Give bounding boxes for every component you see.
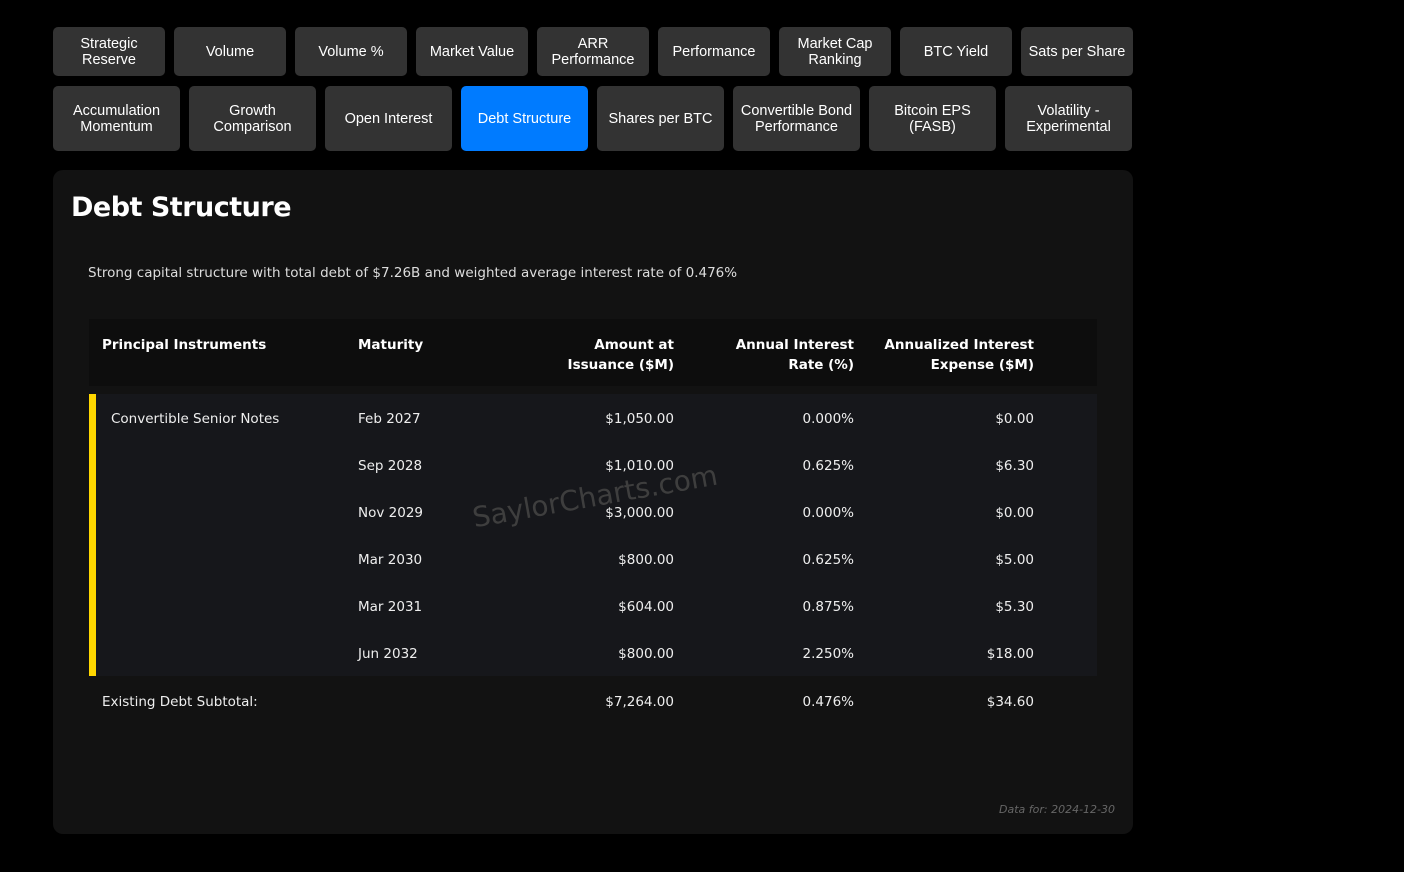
- cell-amount: $3,000.00: [605, 505, 674, 521]
- tab-market-value[interactable]: Market Value: [416, 27, 528, 76]
- cell-rate: 2.250%: [802, 646, 854, 662]
- header-amount: Amount at Issuance ($M): [567, 337, 674, 373]
- cell-maturity: Sep 2028: [358, 458, 423, 474]
- cell-rate: 0.625%: [802, 552, 854, 568]
- cell-expense: $6.30: [995, 458, 1034, 474]
- tab-convertible-bond-performance[interactable]: Convertible Bond Performance: [733, 86, 860, 151]
- subtotal-expense: $34.60: [986, 694, 1034, 710]
- tab-bitcoin-eps-fasb[interactable]: Bitcoin EPS (FASB): [869, 86, 996, 151]
- tab-open-interest[interactable]: Open Interest: [325, 86, 452, 151]
- tab-sats-per-share[interactable]: Sats per Share: [1021, 27, 1133, 76]
- cell-maturity: Feb 2027: [358, 411, 421, 427]
- tab-debt-structure[interactable]: Debt Structure: [461, 86, 588, 151]
- cell-maturity: Mar 2030: [358, 552, 423, 568]
- cell-rate: 0.000%: [802, 411, 854, 427]
- summary-text: Strong capital structure with total debt…: [88, 265, 738, 281]
- tab-accumulation-momentum[interactable]: Accumulation Momentum: [53, 86, 180, 151]
- header-rate: Annual Interest Rate (%): [735, 337, 854, 373]
- table-body: Convertible Senior Notes Feb 2027 $1,050.…: [89, 394, 1097, 676]
- cell-maturity: Jun 2032: [358, 646, 418, 662]
- group-label: Convertible Senior Notes: [111, 411, 280, 427]
- tab-growth-comparison[interactable]: Growth Comparison: [189, 86, 316, 151]
- cell-expense: $18.00: [986, 646, 1034, 662]
- cell-rate: 0.625%: [802, 458, 854, 474]
- tab-volume[interactable]: Volume %: [295, 27, 407, 76]
- cell-rate: 0.000%: [802, 505, 854, 521]
- tab-btc-yield[interactable]: BTC Yield: [900, 27, 1012, 76]
- tab-arr-performance[interactable]: ARR Performance: [537, 27, 649, 76]
- tab-volume[interactable]: Volume: [174, 27, 286, 76]
- cell-expense: $5.00: [995, 552, 1034, 568]
- cell-expense: $5.30: [995, 599, 1034, 615]
- debt-structure-card: Debt Structure Strong capital structure …: [53, 170, 1133, 834]
- tab-market-cap-ranking[interactable]: Market Cap Ranking: [779, 27, 891, 76]
- cell-amount: $1,050.00: [605, 411, 674, 427]
- page-title: Debt Structure: [71, 192, 292, 223]
- tab-strategic-reserve[interactable]: Strategic Reserve: [53, 27, 165, 76]
- data-date: Data for: 2024-12-30: [998, 803, 1115, 816]
- subtotal-label: Existing Debt Subtotal:: [102, 694, 258, 710]
- subtotal-amount: $7,264.00: [605, 694, 674, 710]
- tab-volatility-experimental[interactable]: Volatility - Experimental: [1005, 86, 1132, 151]
- cell-rate: 0.875%: [802, 599, 854, 615]
- cell-amount: $800.00: [618, 646, 674, 662]
- cell-expense: $0.00: [995, 411, 1034, 427]
- header-expense: Annualized Interest Expense ($M): [884, 337, 1034, 373]
- header-instruments: Principal Instruments: [102, 337, 267, 353]
- tab-shares-per-btc[interactable]: Shares per BTC: [597, 86, 724, 151]
- group-highlight-bar: [89, 394, 96, 676]
- cell-expense: $0.00: [995, 505, 1034, 521]
- header-maturity: Maturity: [358, 337, 424, 353]
- tab-performance[interactable]: Performance: [658, 27, 770, 76]
- subtotal-rate: 0.476%: [802, 694, 854, 710]
- cell-amount: $604.00: [618, 599, 674, 615]
- cell-maturity: Nov 2029: [358, 505, 423, 521]
- cell-maturity: Mar 2031: [358, 599, 423, 615]
- cell-amount: $1,010.00: [605, 458, 674, 474]
- table-header: Principal Instruments Maturity Amount at…: [89, 319, 1097, 386]
- cell-amount: $800.00: [618, 552, 674, 568]
